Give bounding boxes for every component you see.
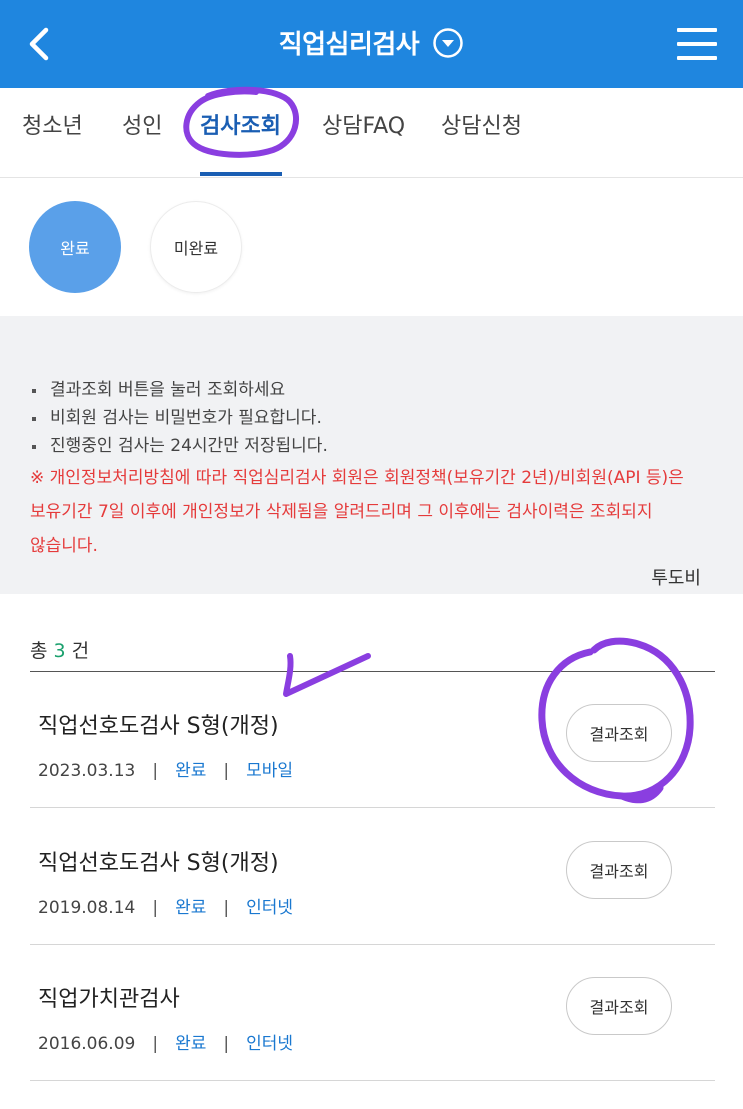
view-result-button[interactable]: 결과조회 <box>566 977 672 1035</box>
notice-item: 진행중인 검사는 24시간만 저장됩니다. <box>30 432 328 460</box>
privacy-warning: ※ 개인정보처리방침에 따라 직업심리검사 회원은 회원정책(보유기간 2년)/… <box>30 468 684 556</box>
tab-adult[interactable]: 성인 <box>122 108 162 140</box>
test-status: 완료 <box>175 1034 207 1054</box>
notice-item: 비회원 검사는 비밀번호가 필요합니다. <box>30 404 328 432</box>
test-meta: 2019.08.14 | 완료 | 인터넷 <box>38 893 293 918</box>
view-result-button[interactable]: 결과조회 <box>566 704 672 762</box>
page-title: 직업심리검사 <box>278 30 420 60</box>
separator: | <box>223 1034 230 1054</box>
menu-button[interactable] <box>676 26 718 62</box>
tab-test-lookup[interactable]: 검사조회 <box>200 108 281 140</box>
test-name: 직업선호도검사 S형(개정) <box>38 851 279 876</box>
notice-list: 결과조회 버튼을 눌러 조회하세요 비회원 검사는 비밀번호가 필요합니다. 진… <box>30 376 328 460</box>
view-result-button[interactable]: 결과조회 <box>566 841 672 899</box>
tab-youth[interactable]: 청소년 <box>22 108 83 140</box>
tab-bar: 청소년 성인 검사조회 상담FAQ 상담신청 <box>0 88 743 178</box>
count-number: 3 <box>53 640 66 662</box>
test-channel: 모바일 <box>246 761 294 781</box>
separator: | <box>152 898 159 918</box>
count-suffix: 건 <box>71 640 90 662</box>
test-status: 완료 <box>175 761 207 781</box>
test-status: 완료 <box>175 898 207 918</box>
result-count: 총3건 <box>30 636 89 663</box>
test-meta: 2023.03.13 | 완료 | 모바일 <box>38 756 293 781</box>
notice-box: 결과조회 버튼을 눌러 조회하세요 비회원 검사는 비밀번호가 필요합니다. 진… <box>0 316 743 594</box>
test-name: 직업가치관검사 <box>38 987 180 1012</box>
separator: | <box>152 761 159 781</box>
tab-counsel-faq[interactable]: 상담FAQ <box>322 108 405 140</box>
separator: | <box>223 898 230 918</box>
filter-incomplete-button[interactable]: 미완료 <box>150 201 242 293</box>
app-header: 직업심리검사 <box>0 0 743 88</box>
chevron-down-circle-icon <box>433 27 464 58</box>
separator: | <box>223 761 230 781</box>
author-watermark: 투도비 <box>651 568 701 589</box>
separator: | <box>152 1034 159 1054</box>
test-date: 2019.08.14 <box>38 898 136 918</box>
count-prefix: 총 <box>30 640 48 662</box>
test-date: 2023.03.13 <box>38 761 136 781</box>
test-meta: 2016.06.09 | 완료 | 인터넷 <box>38 1029 293 1054</box>
test-date: 2016.06.09 <box>38 1034 136 1054</box>
filter-complete-button[interactable]: 완료 <box>29 201 121 293</box>
hamburger-menu-icon <box>677 28 717 60</box>
page-title-dropdown[interactable]: 직업심리검사 <box>0 24 743 61</box>
result-row: 직업가치관검사 2016.06.09 | 완료 | 인터넷 결과조회 <box>30 945 715 1081</box>
result-row: 직업선호도검사 S형(개정) 2019.08.14 | 완료 | 인터넷 결과조회 <box>30 809 715 945</box>
active-tab-indicator <box>200 172 282 176</box>
test-channel: 인터넷 <box>246 1034 294 1054</box>
test-channel: 인터넷 <box>246 898 294 918</box>
result-row: 직업선호도검사 S형(개정) 2023.03.13 | 완료 | 모바일 결과조회 <box>30 672 715 808</box>
test-name: 직업선호도검사 S형(개정) <box>38 714 279 739</box>
notice-item: 결과조회 버튼을 눌러 조회하세요 <box>30 376 328 404</box>
tab-counsel-apply[interactable]: 상담신청 <box>441 108 522 140</box>
